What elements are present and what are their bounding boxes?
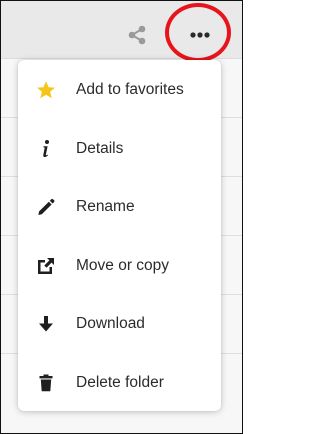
more-options-icon: [190, 32, 210, 38]
context-menu: Add to favorites Details Rename Move or …: [18, 60, 221, 411]
menu-item-label: Delete folder: [76, 373, 164, 391]
menu-item-delete-folder[interactable]: Delete folder: [18, 354, 221, 413]
pencil-icon: [36, 197, 56, 217]
menu-item-rename[interactable]: Rename: [18, 178, 221, 237]
trash-icon: [36, 373, 56, 393]
menu-item-label: Rename: [76, 198, 135, 216]
menu-item-label: Add to favorites: [76, 81, 184, 99]
file-toolbar: [1, 1, 242, 59]
external-link-icon: [36, 256, 56, 276]
menu-item-add-to-favorites[interactable]: Add to favorites: [18, 61, 221, 120]
menu-item-label: Details: [76, 139, 124, 157]
info-icon: [36, 139, 56, 159]
star-icon: [36, 80, 56, 100]
menu-item-download[interactable]: Download: [18, 295, 221, 354]
download-icon: [36, 314, 56, 334]
menu-item-move-or-copy[interactable]: Move or copy: [18, 237, 221, 296]
menu-item-details[interactable]: Details: [18, 120, 221, 179]
menu-item-label: Download: [76, 315, 145, 333]
share-button[interactable]: [123, 21, 151, 49]
share-icon: [128, 25, 146, 45]
more-options-button[interactable]: [185, 21, 215, 49]
menu-item-label: Move or copy: [76, 256, 170, 274]
